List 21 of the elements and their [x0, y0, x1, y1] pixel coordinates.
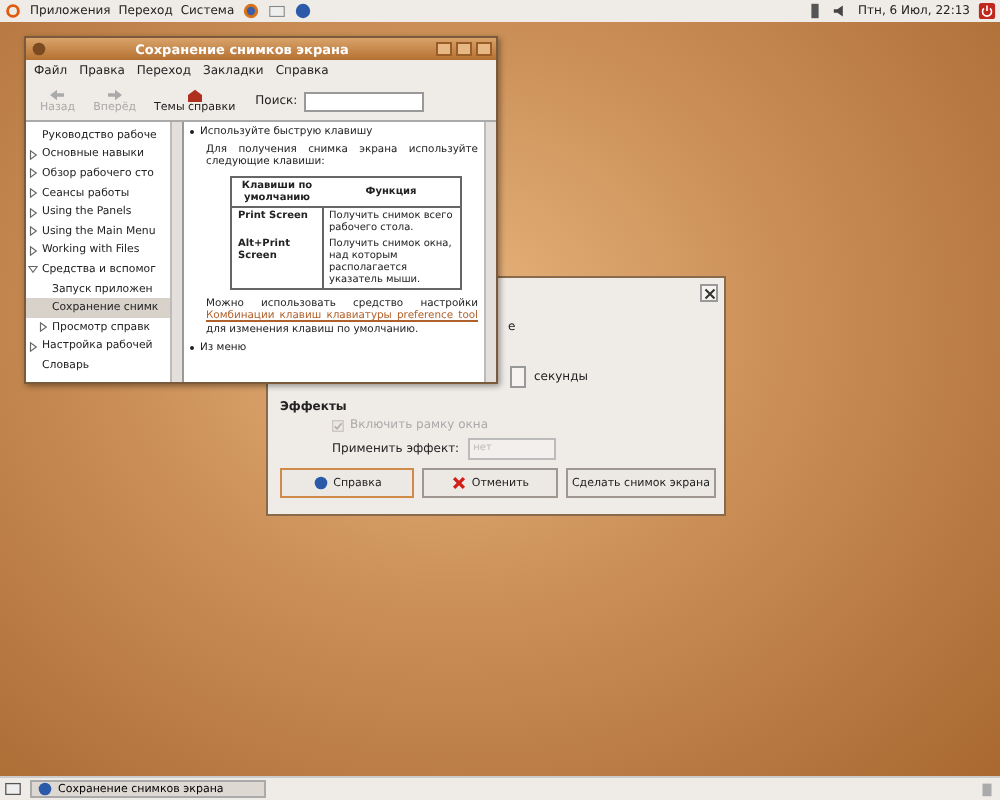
down-triangle-icon[interactable]: [28, 264, 38, 275]
left-arrow-icon: [48, 88, 67, 102]
search-field[interactable]: [303, 91, 424, 111]
help-icon[interactable]: [294, 2, 313, 20]
logo-icon[interactable]: [4, 2, 22, 20]
minimize-button[interactable]: [436, 42, 452, 56]
spin-button[interactable]: [510, 366, 526, 388]
house-icon: [185, 88, 204, 102]
envelope-icon[interactable]: [268, 2, 287, 20]
cross-icon: [451, 476, 466, 490]
scrollbar[interactable]: [484, 122, 496, 382]
close-button[interactable]: [700, 284, 718, 302]
power-icon[interactable]: [978, 2, 996, 20]
desktop-icon[interactable]: [4, 780, 22, 798]
window-menu-icon[interactable]: [30, 40, 48, 58]
help-icon: [38, 782, 52, 796]
right-arrow-icon: [105, 88, 124, 102]
close-icon: [703, 287, 715, 299]
scrollbar[interactable]: [170, 122, 182, 382]
help-icon: [313, 476, 328, 490]
maximize-button[interactable]: [456, 42, 472, 56]
